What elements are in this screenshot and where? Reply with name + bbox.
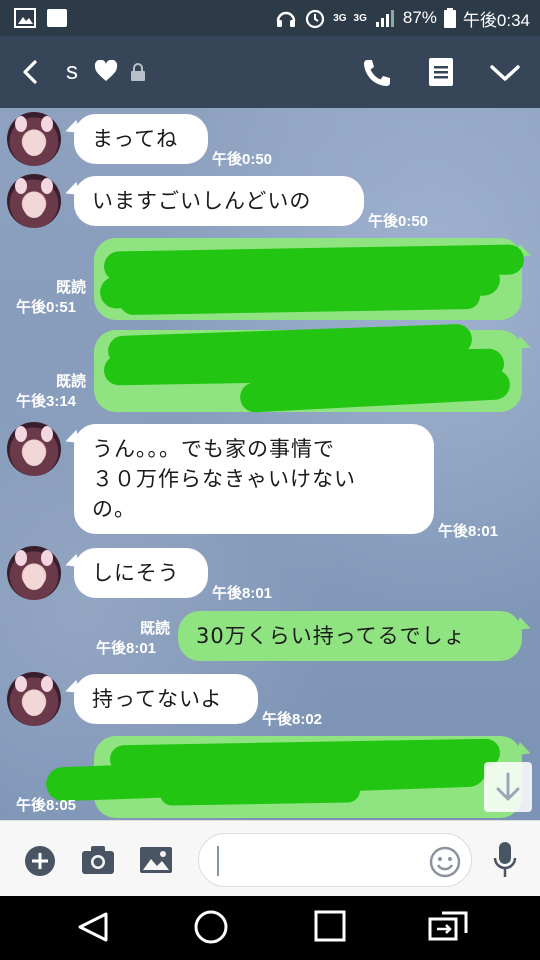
message-bubble-incoming[interactable]: 持ってないよ [74,674,258,724]
message-line: ３０万作らなきゃいけない [92,467,356,491]
chevron-down-icon[interactable] [488,58,522,88]
message-time: 午後8:02 [262,711,323,728]
alarm-icon [306,9,325,29]
note-icon[interactable] [428,57,454,87]
message-bubble-incoming[interactable]: まってね [74,114,208,164]
message-line: の。 [92,497,136,521]
battery-icon [443,8,456,28]
message-input-bar [0,820,540,897]
message-bubble-incoming[interactable]: うん。。。でも家の事情で ３０万作らなきゃいけない の。 [74,424,434,534]
network-type-a: 3G [333,12,347,24]
contact-name: s [66,58,78,85]
clock: 午後0:34 [462,10,530,30]
message-time: 午後8:01 [212,585,273,602]
message-time: 午後0:51 [16,299,77,316]
nav-recent-apps-icon[interactable] [314,910,346,942]
read-receipt: 既読 [55,279,86,296]
nav-back-icon[interactable] [74,908,112,946]
message-time: 午後8:01 [96,640,157,657]
read-receipt: 既読 [139,620,170,637]
headphones-icon [276,11,296,27]
app-notification-icon [47,9,67,27]
message-bubble-incoming[interactable]: しにそう [74,548,208,598]
plus-icon[interactable] [24,845,56,877]
avatar[interactable] [7,112,61,166]
chat-area[interactable]: まってね 午後0:50 いますごいしんどいの 午後0:50 既読 午後0:51 … [0,108,540,820]
message-input[interactable] [198,833,472,887]
battery-percent: 87% [402,8,437,27]
lock-icon [131,63,145,81]
message-time: 午後8:01 [438,523,499,540]
nav-home-icon[interactable] [193,909,229,945]
network-type-b: 3G [353,12,367,24]
phone-call-icon[interactable] [360,56,394,90]
avatar[interactable] [7,672,61,726]
gallery-notification-icon [14,8,36,28]
message-time: 午後0:50 [212,151,273,168]
emoji-icon[interactable] [429,846,461,878]
signal-icon [375,10,394,27]
message-time: 午後8:05 [16,797,77,814]
redaction-scribble [159,778,361,806]
read-receipt: 既読 [55,373,86,390]
avatar[interactable] [7,174,61,228]
avatar[interactable] [7,422,61,476]
chat-header: s [0,36,540,108]
avatar[interactable] [7,546,61,600]
scroll-to-bottom-button[interactable] [484,762,532,812]
status-bar: 3G 3G 87% 午後0:34 [0,0,540,36]
camera-icon[interactable] [81,845,115,875]
message-time: 午後0:50 [368,213,429,230]
message-bubble-incoming[interactable]: いますごいしんどいの [74,176,364,226]
back-arrow-icon[interactable] [12,54,48,90]
message-line: うん。。。でも家の事情で [92,437,335,461]
system-navigation-bar [0,896,540,960]
message-time: 午後3:14 [16,393,77,410]
nav-dual-window-icon[interactable] [428,911,468,943]
arrow-down-icon [496,772,520,801]
microphone-icon[interactable] [492,841,518,879]
message-text-field[interactable] [223,844,427,878]
heart-icon [94,60,118,81]
text-cursor [217,846,219,876]
image-icon[interactable] [139,846,173,874]
message-bubble-outgoing[interactable]: 30万くらい持ってるでしょ [178,611,522,661]
